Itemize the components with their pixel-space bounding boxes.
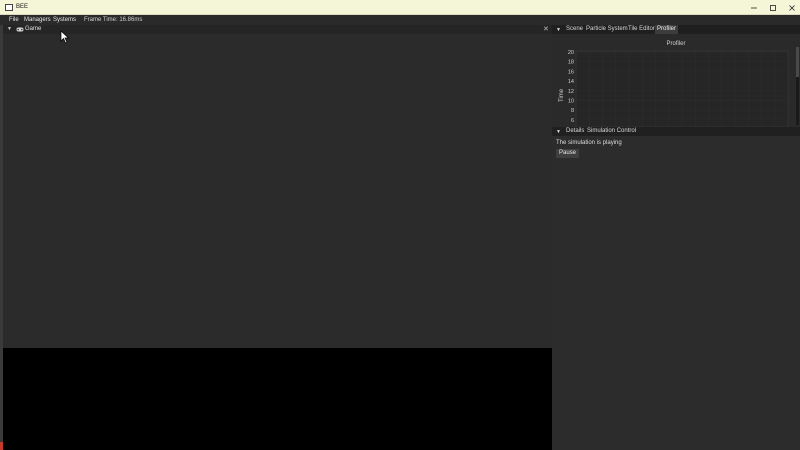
maximize-icon xyxy=(770,4,776,11)
simulation-status-text: The simulation is playing xyxy=(556,140,622,146)
profiler-scroll-thumb[interactable] xyxy=(796,47,799,77)
collapse-caret-icon[interactable]: ▼ xyxy=(556,128,561,137)
menu-systems[interactable]: Systems xyxy=(52,15,77,25)
profiler-y-tick: 18 xyxy=(568,60,574,66)
minimize-button[interactable] xyxy=(744,0,764,15)
window-titlebar[interactable]: BEE xyxy=(0,0,800,15)
close-icon xyxy=(789,4,795,11)
right-top-panel: ▼ Scene Particle System Tile Editor Prof… xyxy=(552,25,800,127)
profiler-y-tick: 10 xyxy=(568,99,574,105)
profiler-y-tick: 14 xyxy=(568,79,574,85)
menubar: File Managers Systems Frame Time: 16.86m… xyxy=(0,15,800,25)
mouse-cursor-icon xyxy=(60,30,70,44)
profiler-y-tick: 8 xyxy=(571,108,574,114)
frame-time-readout: Frame Time: 16.86ms xyxy=(84,17,143,23)
collapse-caret-icon[interactable]: ▼ xyxy=(556,26,561,35)
gamepad-icon xyxy=(16,27,24,32)
tab-simulation-control[interactable]: Simulation Control xyxy=(587,127,636,136)
game-tabbar: ▼ Game ✕ xyxy=(3,25,552,34)
profiler-y-label: Time xyxy=(559,88,565,102)
maximize-button[interactable] xyxy=(763,0,783,15)
close-panel-icon[interactable]: ✕ xyxy=(543,25,549,34)
profiler-y-tick: 20 xyxy=(568,50,574,56)
pause-button[interactable]: Pause xyxy=(556,149,580,158)
tab-game[interactable]: Game xyxy=(25,25,41,34)
window-title: BEE xyxy=(16,4,29,10)
tab-particle-system[interactable]: Particle System xyxy=(586,25,628,34)
right-top-tabbar: ▼ Scene Particle System Tile Editor Prof… xyxy=(552,25,800,34)
profiler-chart: Time 20 18 16 14 12 10 8 6 xyxy=(559,50,789,127)
menu-file[interactable]: File xyxy=(8,15,20,25)
profiler-y-ticks: 20 18 16 14 12 10 8 6 xyxy=(568,50,574,124)
game-viewport[interactable] xyxy=(3,34,552,348)
close-button[interactable] xyxy=(782,0,800,15)
minimize-icon xyxy=(751,7,757,8)
game-render-area[interactable] xyxy=(3,348,552,450)
profiler-y-tick: 12 xyxy=(568,89,574,95)
tab-details[interactable]: Details xyxy=(566,127,584,136)
collapse-caret-icon[interactable]: ▼ xyxy=(7,26,12,32)
app-icon xyxy=(5,4,13,11)
tab-tile-editor[interactable]: Tile Editor xyxy=(628,25,655,34)
profiler-y-tick: 16 xyxy=(568,69,574,75)
tab-profiler[interactable]: Profiler xyxy=(655,25,679,34)
right-bottom-panel: ▼ Details Simulation Control The simulat… xyxy=(552,127,800,450)
right-bottom-tabbar: ▼ Details Simulation Control xyxy=(552,127,800,136)
game-panel: ▼ Game ✕ xyxy=(3,25,552,450)
profiler-y-tick: 6 xyxy=(571,118,574,124)
left-edge-accent xyxy=(0,442,3,450)
tab-scene[interactable]: Scene xyxy=(566,25,583,34)
menu-managers[interactable]: Managers xyxy=(23,15,52,25)
